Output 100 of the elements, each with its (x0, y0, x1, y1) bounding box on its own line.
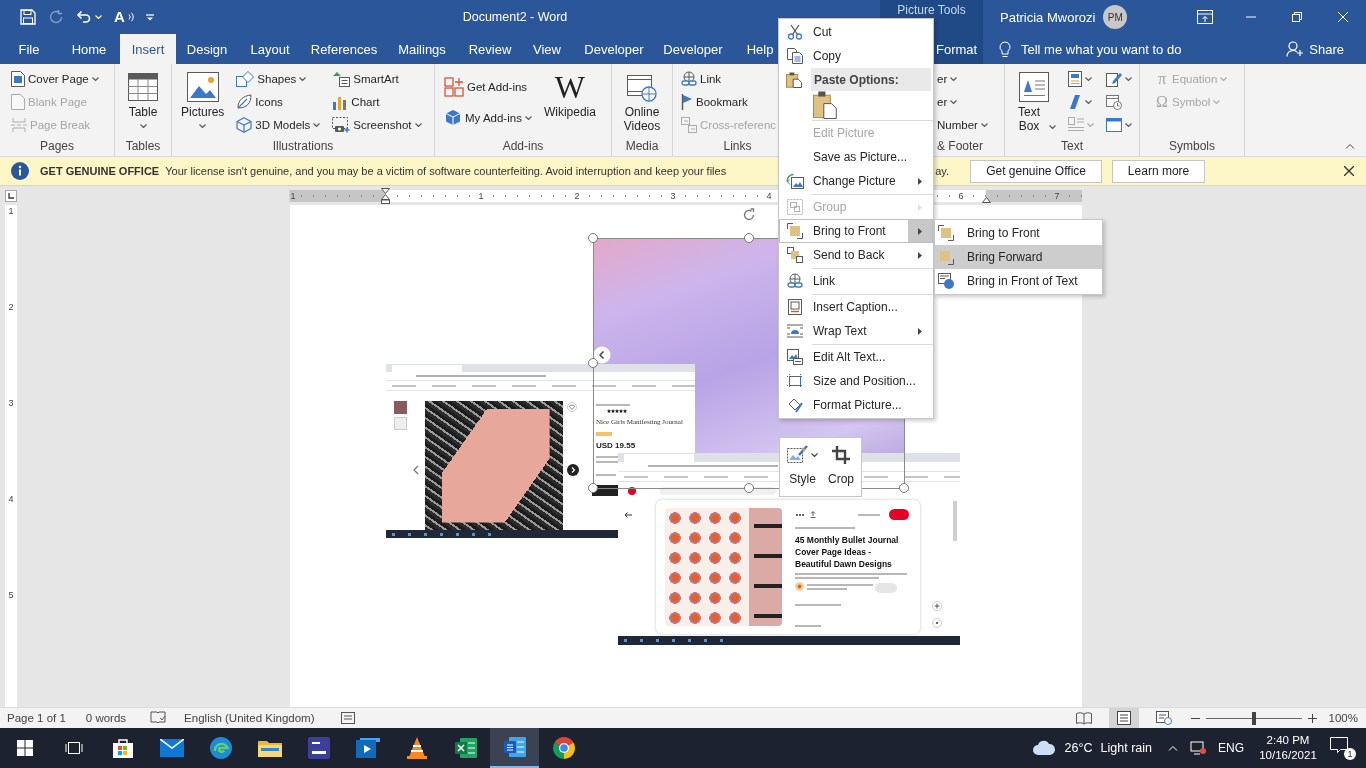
ribbon-tab[interactable]: Mailings (386, 34, 458, 64)
lightbulb-icon (999, 40, 1011, 58)
ribbon-button[interactable]: My Add-ins (441, 102, 535, 133)
ribbon-tab[interactable]: Insert (120, 34, 176, 64)
ribbon-button[interactable]: Shapes (233, 67, 324, 90)
language-status[interactable]: English (United Kingdom) (184, 712, 315, 724)
weather-temperature[interactable]: 26°C (1064, 741, 1093, 755)
chevron-up-icon[interactable] (1168, 745, 1178, 751)
browser-tab (624, 454, 694, 462)
circle-icon (932, 618, 942, 628)
word-count[interactable]: 0 words (85, 712, 127, 724)
menu-item[interactable]: Size and Position... (779, 369, 933, 393)
group-label: Tables (124, 139, 162, 155)
caption-icon (788, 299, 802, 315)
zoom-thumb[interactable] (1251, 711, 1256, 725)
menu-item[interactable]: Link (779, 269, 933, 293)
resize-handle[interactable] (588, 483, 598, 493)
menu-item[interactable]: Save as Picture... (779, 145, 933, 169)
ribbon-button[interactable]: Cover Page (8, 67, 102, 90)
clock-time[interactable]: 2:40 PM (1266, 733, 1310, 748)
menu-item[interactable]: Insert Caption... (779, 295, 933, 319)
indent-marker-icon[interactable] (381, 187, 390, 204)
taskbar-button[interactable] (490, 728, 539, 768)
tell-me-field[interactable]: Tell me what you want to do (1019, 38, 1203, 60)
paste-option-button[interactable] (813, 91, 837, 119)
ribbon-button[interactable]: Link (678, 67, 780, 90)
ribbon-tab[interactable]: Home (58, 34, 120, 64)
submenu-item[interactable]: Bring to Front (935, 221, 1102, 245)
tab-stop-icon[interactable] (5, 189, 17, 202)
thumbnail-image (394, 401, 407, 414)
ribbon-button[interactable]: Text Box (1009, 67, 1059, 137)
text-line-placeholder (807, 584, 873, 586)
clock-date[interactable]: 10/16/2021 (1259, 748, 1317, 763)
proofing-book-icon[interactable] (150, 711, 167, 725)
ribbon-button[interactable]: Bookmark (678, 90, 780, 113)
ribbon-button[interactable]: Chart (329, 90, 425, 113)
layers-front-icon (787, 223, 803, 239)
ribbon-button[interactable]: Screenshot (329, 113, 425, 136)
ruler-number: 1 (289, 189, 297, 202)
menu-item[interactable]: Bring to Front (779, 219, 933, 243)
menu-item[interactable]: Edit Alt Text... (779, 345, 933, 369)
ribbon-button[interactable]: Icons (233, 90, 324, 113)
ribbon-button[interactable]: Table (120, 67, 166, 137)
linked-boxes-icon (681, 116, 697, 133)
ribbon-tab[interactable]: Developer (572, 34, 656, 64)
picture-icon (186, 72, 219, 102)
resize-handle[interactable] (744, 483, 754, 493)
submenu-item[interactable]: Bring Forward (935, 245, 1102, 269)
ribbon-tab[interactable]: Layout (238, 34, 302, 64)
page-count[interactable]: Page 1 of 1 (7, 712, 66, 724)
message-button[interactable]: Get genuine Office (970, 159, 1103, 183)
menu-item[interactable]: Wrap Text (779, 319, 933, 343)
ribbon-button[interactable]: Online Videos (616, 67, 668, 137)
globe-link-icon (681, 70, 697, 87)
rotate-handle-icon[interactable] (742, 208, 756, 222)
menu-item[interactable]: Send to Back (779, 243, 933, 267)
ribbon-button[interactable]: W Wikipedia (540, 67, 599, 137)
omega-icon: Ω (1155, 93, 1169, 110)
ribbon-tab[interactable]: References (302, 34, 386, 64)
network-icon[interactable] (1190, 741, 1206, 755)
label-tag (596, 432, 612, 436)
ribbon-button[interactable]: Get Add-ins (441, 71, 535, 102)
message-button[interactable]: Learn more (1112, 159, 1206, 183)
flower-avatar-icon (795, 582, 804, 591)
message-text: ay. (935, 165, 950, 177)
text-line-placeholder (858, 514, 880, 516)
ribbon-button[interactable]: Number (934, 113, 991, 136)
menu-item[interactable]: Change Picture (779, 169, 933, 193)
view-button[interactable] (1108, 708, 1139, 728)
resize-handle[interactable] (744, 233, 754, 243)
ribbon-button[interactable]: 3D Models (233, 113, 324, 136)
layers-front-icon (938, 225, 954, 241)
lines-box-icon[interactable] (340, 712, 355, 724)
submenu-item[interactable]: Bring in Front of Text (935, 269, 1102, 293)
plus-circle-icon (932, 601, 942, 611)
ribbon-tab[interactable]: View (522, 34, 572, 64)
user-avatar[interactable]: PM (1103, 5, 1128, 29)
scrollbar-thumb (953, 501, 957, 541)
ribbon-tab[interactable]: Design (176, 34, 238, 64)
right-indent-marker-icon[interactable] (982, 196, 991, 203)
quick-access-button[interactable]: A (108, 4, 140, 30)
ribbon-button[interactable]: SmartArt (329, 67, 425, 90)
ribbon-tab[interactable]: Format (880, 34, 983, 64)
zoom-level[interactable]: 100% (1328, 712, 1358, 724)
menu-item[interactable]: Format Picture... (779, 393, 933, 417)
weather-condition[interactable]: Light rain (1100, 741, 1152, 755)
input-language[interactable]: ENG (1218, 741, 1244, 755)
resize-handle[interactable] (899, 483, 909, 493)
text-line-placeholder (795, 625, 821, 627)
resize-handle[interactable] (588, 233, 598, 243)
ribbon-button[interactable]: er (934, 67, 991, 90)
ribbon-button[interactable]: er (934, 90, 991, 113)
share-button[interactable]: Share (1284, 36, 1346, 62)
zoom-in-icon[interactable] (1307, 713, 1317, 723)
notifications-button[interactable]: 1 (1330, 736, 1356, 760)
ribbon-button[interactable]: Pictures (178, 67, 228, 137)
ribbon-tab[interactable]: Developer (656, 34, 730, 64)
resize-handle[interactable] (588, 358, 598, 368)
ribbon-tab[interactable]: Review (458, 34, 522, 64)
ribbon-tab[interactable]: File (0, 34, 58, 64)
